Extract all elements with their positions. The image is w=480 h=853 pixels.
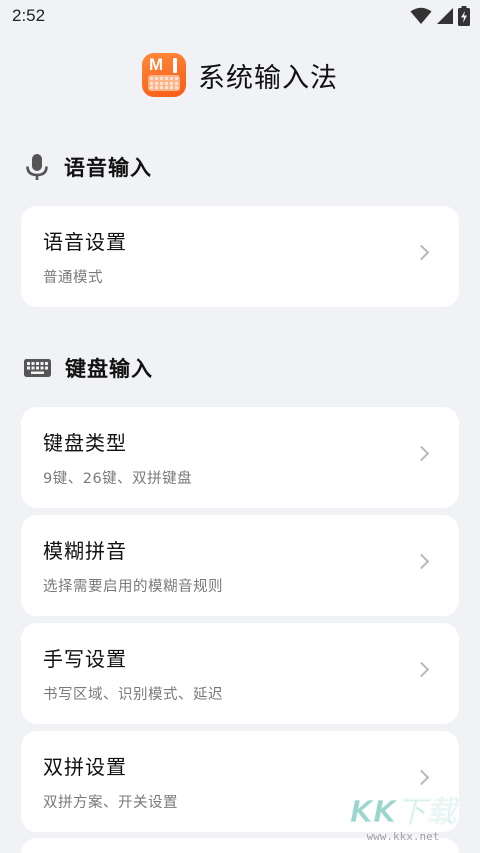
watermark-url: www.kkx.net [366,830,440,843]
status-bar: 2:52 [0,0,480,32]
card-fuzzy-pinyin[interactable]: 模糊拼音 选择需要启用的模糊音规则 [21,515,459,616]
card-title: 双拼设置 [43,755,127,779]
card-title: 模糊拼音 [43,539,127,563]
card-title: 手写设置 [43,647,127,671]
card-keyboard-type[interactable]: 键盘类型 9键、26键、双拼键盘 [21,407,459,508]
card-voice-settings[interactable]: 语音设置 普通模式 [21,206,459,307]
section-keyboard-input: 键盘输入 [24,353,153,383]
cellular-signal-icon [437,8,453,24]
status-time: 2:52 [12,6,46,25]
section-voice-input: 语音输入 [24,152,152,182]
section-title-voice: 语音输入 [64,156,152,180]
microphone-icon [26,154,48,180]
chevron-right-icon [413,553,430,570]
app-header: M 系统输入法 [0,52,480,98]
watermark-logo: KK下载 [349,795,457,830]
card-subtitle: 9键、26键、双拼键盘 [43,471,193,487]
card-title: 键盘类型 [43,431,127,455]
battery-charging-icon [458,6,470,26]
watermark: KK下载 www.kkx.net [348,795,458,850]
card-title: 语音设置 [43,230,127,254]
settings-screen: 2:52 M 系统输入法 语音输入 语音设置 普通模式 键盘输入 键盘类型 9键… [0,0,480,853]
chevron-right-icon [413,445,430,462]
app-logo-letter: M [149,55,164,74]
status-icons [410,6,470,26]
card-subtitle: 书写区域、识别模式、延迟 [43,687,223,703]
chevron-right-icon [413,769,430,786]
chevron-right-icon [413,661,430,678]
keyboard-icon [24,359,51,377]
card-subtitle: 选择需要启用的模糊音规则 [43,579,223,595]
app-logo-icon: M [142,53,186,97]
chevron-right-icon [413,244,430,261]
card-handwriting-settings[interactable]: 手写设置 书写区域、识别模式、延迟 [21,623,459,724]
app-title: 系统输入法 [198,62,338,94]
section-title-keyboard: 键盘输入 [65,357,153,381]
card-subtitle: 普通模式 [43,270,103,286]
wifi-icon [410,7,432,24]
card-subtitle: 双拼方案、开关设置 [43,795,178,811]
